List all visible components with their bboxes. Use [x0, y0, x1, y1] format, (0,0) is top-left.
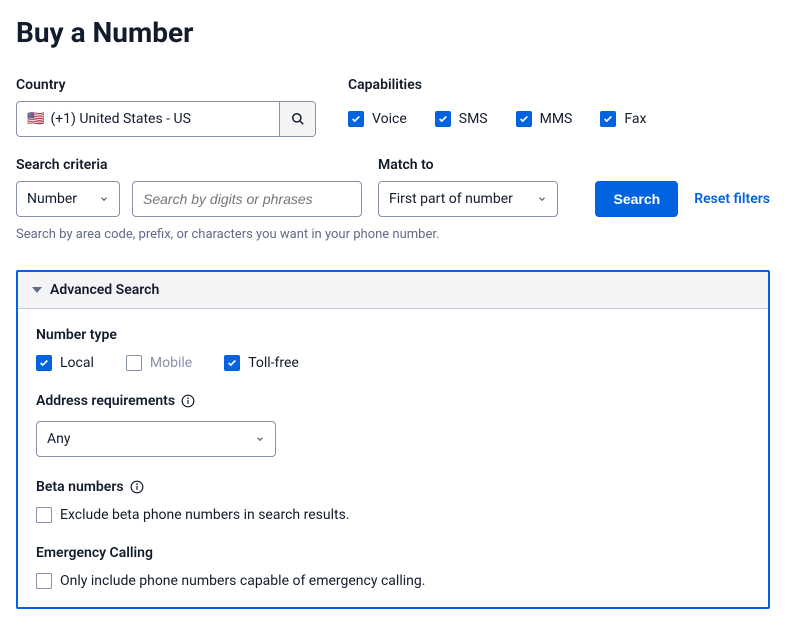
- number-type-tollfree[interactable]: Toll-free: [224, 355, 299, 371]
- info-icon[interactable]: [181, 394, 195, 408]
- address-requirements-label: Address requirements: [36, 393, 750, 409]
- info-icon[interactable]: [130, 480, 144, 494]
- mobile-checkbox: [126, 355, 142, 371]
- page-title: Buy a Number: [16, 16, 770, 49]
- chevron-down-icon: [255, 434, 265, 444]
- voice-checkbox[interactable]: [348, 111, 364, 127]
- exclude-beta-option[interactable]: Exclude beta phone numbers in search res…: [36, 507, 750, 523]
- local-checkbox[interactable]: [36, 355, 52, 371]
- search-criteria-field: Search criteria Number: [16, 157, 362, 217]
- criteria-type-select[interactable]: Number: [16, 181, 120, 217]
- number-type-label: Number type: [36, 327, 750, 343]
- number-type-mobile: Mobile: [126, 355, 192, 371]
- emergency-calling-label: Emergency Calling: [36, 545, 750, 561]
- mms-checkbox[interactable]: [516, 111, 532, 127]
- emergency-calling-section: Emergency Calling Only include phone num…: [36, 545, 750, 589]
- country-select[interactable]: 🇺🇸 (+1) United States - US: [16, 101, 316, 137]
- tollfree-checkbox[interactable]: [224, 355, 240, 371]
- fax-checkbox[interactable]: [600, 111, 616, 127]
- emergency-calling-option[interactable]: Only include phone numbers capable of em…: [36, 573, 750, 589]
- search-criteria-label: Search criteria: [16, 157, 362, 173]
- triangle-down-icon: [32, 287, 42, 293]
- country-value: (+1) United States - US: [50, 111, 190, 127]
- match-to-field: Match to First part of number: [378, 157, 558, 217]
- address-requirements-select[interactable]: Any: [36, 421, 276, 457]
- reset-filters-link[interactable]: Reset filters: [694, 181, 770, 217]
- capability-fax[interactable]: Fax: [600, 111, 646, 127]
- match-to-label: Match to: [378, 157, 558, 173]
- search-input[interactable]: [132, 181, 362, 217]
- capability-voice[interactable]: Voice: [348, 111, 407, 127]
- search-button[interactable]: Search: [595, 181, 678, 217]
- chevron-down-icon: [537, 194, 547, 204]
- capability-sms[interactable]: SMS: [435, 111, 488, 127]
- search-hint: Search by area code, prefix, or characte…: [16, 227, 770, 242]
- number-type-local[interactable]: Local: [36, 355, 94, 371]
- capability-mms[interactable]: MMS: [516, 111, 573, 127]
- chevron-down-icon: [99, 194, 109, 204]
- capabilities-field: Capabilities Voice SMS MMS Fax: [348, 77, 646, 137]
- number-type-section: Number type Local Mobile Toll-free: [36, 327, 750, 371]
- match-to-select[interactable]: First part of number: [378, 181, 558, 217]
- emergency-calling-checkbox[interactable]: [36, 573, 52, 589]
- country-label: Country: [16, 77, 316, 93]
- capabilities-label: Capabilities: [348, 77, 646, 93]
- exclude-beta-checkbox[interactable]: [36, 507, 52, 523]
- country-search-button[interactable]: [279, 102, 315, 136]
- beta-numbers-section: Beta numbers Exclude beta phone numbers …: [36, 479, 750, 523]
- advanced-search-toggle[interactable]: Advanced Search: [18, 272, 768, 309]
- address-requirements-section: Address requirements Any: [36, 393, 750, 457]
- advanced-search-panel: Advanced Search Number type Local Mobile…: [16, 270, 770, 609]
- beta-numbers-label: Beta numbers: [36, 479, 750, 495]
- us-flag-icon: 🇺🇸: [27, 111, 44, 127]
- sms-checkbox[interactable]: [435, 111, 451, 127]
- search-icon: [291, 112, 305, 126]
- country-field: Country 🇺🇸 (+1) United States - US: [16, 77, 316, 137]
